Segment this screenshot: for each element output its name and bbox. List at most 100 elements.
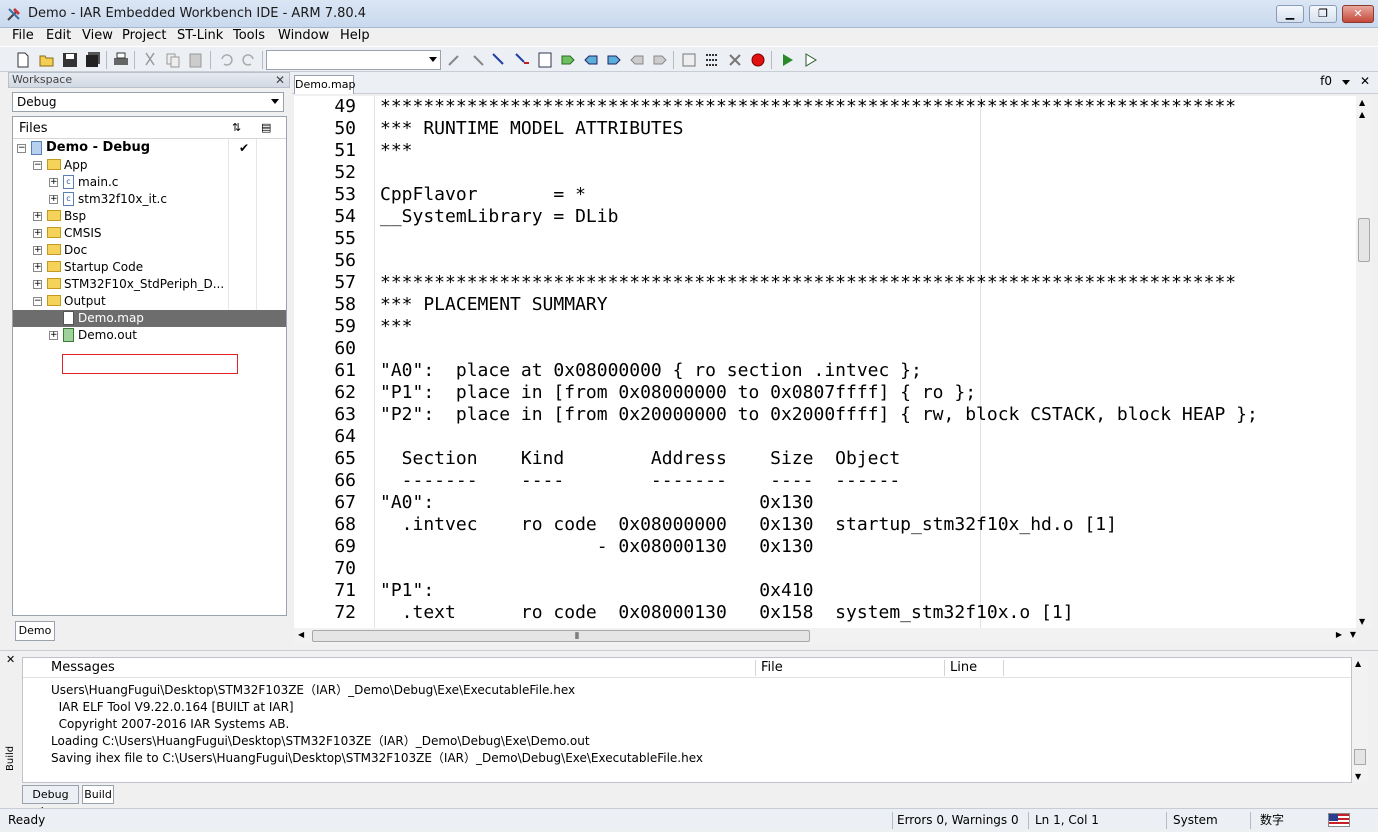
stop-build-button[interactable] (726, 51, 744, 69)
menu-file[interactable]: File (12, 28, 34, 44)
message-row[interactable]: Users\HuangFugui\Desktop\STM32F103ZE（IAR… (51, 682, 575, 698)
collapse-icon[interactable]: − (17, 144, 26, 153)
scroll-up-icon[interactable]: ▲ (1355, 659, 1361, 668)
tree-item[interactable]: + c stm32f10x_it.c (13, 191, 286, 208)
make-button[interactable] (703, 51, 721, 69)
expand-icon[interactable]: + (49, 331, 58, 340)
bookmark-prev-button[interactable] (582, 51, 600, 69)
code-line[interactable]: 56 (294, 250, 1356, 272)
tree-item[interactable]: + CMSIS (13, 225, 286, 242)
messages-list[interactable]: Messages File Line Users\HuangFugui\Desk… (22, 657, 1352, 783)
code-line[interactable]: 52 (294, 162, 1356, 184)
message-row[interactable]: Copyright 2007-2016 IAR Systems AB. (51, 716, 290, 732)
paste-button[interactable] (187, 51, 205, 69)
code-line[interactable]: 63 "P2": place in [from 0x20000000 to 0x2… (294, 404, 1356, 426)
code-line[interactable]: 70 (294, 558, 1356, 580)
menu-st-link[interactable]: ST-Link (177, 28, 223, 44)
goto-button[interactable] (536, 51, 554, 69)
undo-button[interactable] (217, 51, 235, 69)
redo-button[interactable] (240, 51, 258, 69)
maximize-button[interactable]: ❐ (1309, 5, 1337, 23)
new-file-button[interactable] (14, 51, 32, 69)
tab-build[interactable]: Build (82, 785, 114, 804)
message-row[interactable]: IAR ELF Tool V9.22.0.164 [BUILT at IAR] (51, 699, 294, 715)
copy-button[interactable] (164, 51, 182, 69)
scroll-thumb[interactable]: ⦀ (312, 630, 810, 642)
expand-icon[interactable]: + (49, 195, 58, 204)
code-line[interactable]: 67 "A0": 0x130 (294, 492, 1356, 514)
expand-icon[interactable]: + (33, 229, 42, 238)
find-next-button[interactable] (446, 51, 464, 69)
find-combo[interactable] (266, 50, 441, 70)
scroll-thumb[interactable] (1354, 749, 1366, 765)
bookmark-toggle-button[interactable] (559, 51, 577, 69)
menu-view[interactable]: View (82, 28, 113, 44)
tree-item[interactable]: + c main.c (13, 174, 286, 191)
print-button[interactable] (112, 51, 130, 69)
scroll-down-icon[interactable]: ▼ (1359, 617, 1365, 626)
column-line[interactable]: Line (950, 658, 977, 678)
scroll-right-icon[interactable]: ▶ (1336, 630, 1342, 639)
sort-icon[interactable]: ⇅ (232, 121, 241, 134)
nav-forward-button[interactable] (651, 51, 669, 69)
expand-icon[interactable]: + (33, 212, 42, 221)
debug-no-download-button[interactable] (801, 51, 819, 69)
tree-item[interactable]: − Output (13, 293, 286, 310)
close-button[interactable]: ✕ (1342, 5, 1374, 23)
code-line[interactable]: 59 *** (294, 316, 1356, 338)
function-navigator[interactable]: f0 (1320, 74, 1332, 88)
code-line[interactable]: 65 Section Kind Address Size Object (294, 448, 1356, 470)
expand-icon[interactable]: + (49, 178, 58, 187)
collapse-icon[interactable]: − (33, 161, 42, 170)
menu-window[interactable]: Window (278, 28, 329, 44)
expand-icon[interactable]: + (33, 246, 42, 255)
scroll-down-icon[interactable]: ▼ (1355, 772, 1361, 781)
tab-debug-log[interactable]: Debug Log (22, 785, 79, 818)
code-line[interactable]: 57 **************************************… (294, 272, 1356, 294)
tree-item[interactable]: + Doc (13, 242, 286, 259)
column-file[interactable]: File (761, 658, 783, 678)
close-icon[interactable]: ✕ (275, 73, 285, 87)
expand-icon[interactable]: + (33, 280, 42, 289)
code-line[interactable]: 72 .text ro code 0x08000130 0x158 system… (294, 602, 1356, 624)
code-line[interactable]: 61 "A0": place at 0x08000000 { ro section… (294, 360, 1356, 382)
tab-demo-map[interactable]: Demo.map (294, 75, 355, 94)
code-line[interactable]: 55 (294, 228, 1356, 250)
tree-item[interactable]: + Startup Code (13, 259, 286, 276)
close-icon[interactable]: ✕ (6, 653, 15, 666)
editor-vertical-scrollbar[interactable]: ▲ ▲ ▼ (1356, 96, 1372, 628)
message-row[interactable]: Saving ihex file to C:\Users\HuangFugui\… (51, 750, 703, 766)
scroll-up-icon[interactable]: ▲ (1359, 110, 1365, 119)
menu-project[interactable]: Project (122, 28, 166, 44)
collapse-icon[interactable]: − (33, 297, 42, 306)
tree-item[interactable]: + Demo.out (13, 327, 286, 344)
replace-button[interactable] (513, 51, 531, 69)
configuration-select[interactable]: Debug (12, 92, 284, 112)
save-all-button[interactable] (84, 51, 102, 69)
compile-button[interactable] (680, 51, 698, 69)
code-line[interactable]: 64 (294, 426, 1356, 448)
code-view[interactable]: 49 **************************************… (294, 96, 1356, 628)
save-button[interactable] (61, 51, 79, 69)
toggle-breakpoint-button[interactable] (749, 51, 767, 69)
find-in-files-button[interactable] (490, 51, 508, 69)
code-line[interactable]: 62 "P1": place in [from 0x08000000 to 0x0… (294, 382, 1356, 404)
tree-item[interactable]: + Bsp (13, 208, 286, 225)
scroll-down-icon[interactable]: ▼ (1350, 630, 1356, 639)
editor-horizontal-scrollbar[interactable]: ◀ ⦀ ▶ ▼ (294, 628, 1356, 644)
message-row[interactable]: Loading C:\Users\HuangFugui\Desktop\STM3… (51, 733, 590, 749)
scroll-up-icon[interactable]: ▲ (1359, 98, 1365, 107)
code-line[interactable]: 58 *** PLACEMENT SUMMARY (294, 294, 1356, 316)
code-line[interactable]: 54 __SystemLibrary = DLib (294, 206, 1356, 228)
code-line[interactable]: 60 (294, 338, 1356, 360)
code-line[interactable]: 53 CppFlavor = * (294, 184, 1356, 206)
bookmark-next-button[interactable] (605, 51, 623, 69)
code-line[interactable]: 68 .intvec ro code 0x08000000 0x130 star… (294, 514, 1356, 536)
find-prev-button[interactable] (468, 51, 486, 69)
open-button[interactable] (38, 51, 56, 69)
minimize-button[interactable]: ▁ (1276, 5, 1304, 23)
scroll-left-icon[interactable]: ◀ (298, 630, 304, 639)
nav-back-button[interactable] (628, 51, 646, 69)
options-icon[interactable]: ▤ (261, 121, 271, 134)
scroll-thumb[interactable] (1358, 218, 1370, 262)
